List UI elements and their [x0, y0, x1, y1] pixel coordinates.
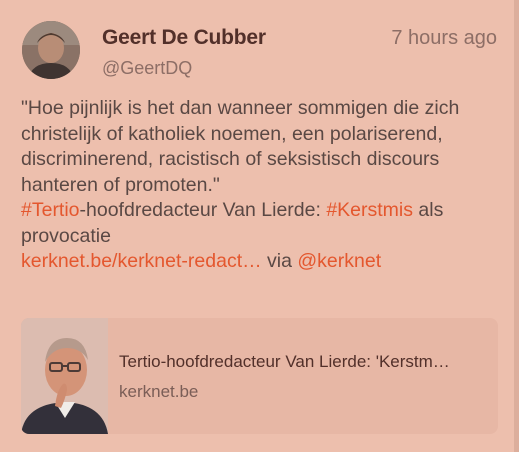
link-line: kerknet.be/kerknet-redact… via @kerknet	[21, 249, 501, 275]
thumbnail-image	[21, 318, 108, 434]
post-timestamp: 7 hours ago	[391, 27, 497, 49]
hashtag-tertio-link[interactable]: #Tertio	[21, 199, 80, 221]
quote-line: christelijk of katholiek noemen, een pol…	[21, 122, 443, 145]
quote-line: "Hoe pijnlijk is het dan wanneer sommige…	[21, 97, 460, 119]
link-preview-title: Tertio-hoofdredacteur Van Lierde: 'Kerst…	[119, 352, 450, 371]
headline-text: -hoofdredacteur Van Lierde:	[79, 199, 327, 221]
author-name[interactable]: Geert De Cubber	[102, 26, 266, 50]
link-preview-thumbnail	[21, 318, 108, 434]
quote-line: discriminerend, racistisch of seksistisc…	[21, 148, 440, 170]
link-preview-domain: kerknet.be	[119, 382, 199, 401]
headline-line: #Tertio-hoofdredacteur Van Lierde: #Kers…	[21, 198, 501, 224]
quote-line: hanteren of promoten."	[21, 173, 220, 196]
mention-kerknet-link[interactable]: @kerknet	[297, 250, 381, 272]
hashtag-kerstmis-link[interactable]: #Kerstmis	[326, 199, 413, 221]
headline-text-als: als	[413, 199, 444, 221]
provocatie-text: provocatie	[21, 224, 111, 247]
right-edge-border	[514, 0, 519, 452]
article-url-link[interactable]: kerknet.be/kerknet-redact…	[21, 250, 262, 272]
author-avatar[interactable]	[22, 21, 80, 79]
via-text: via	[261, 250, 298, 272]
link-preview-card[interactable]: Tertio-hoofdredacteur Van Lierde: 'Kerst…	[21, 318, 498, 434]
avatar-image	[22, 21, 80, 79]
author-handle[interactable]: @GeertDQ	[102, 58, 192, 79]
post-body: "Hoe pijnlijk is het dan wanneer sommige…	[21, 96, 501, 275]
